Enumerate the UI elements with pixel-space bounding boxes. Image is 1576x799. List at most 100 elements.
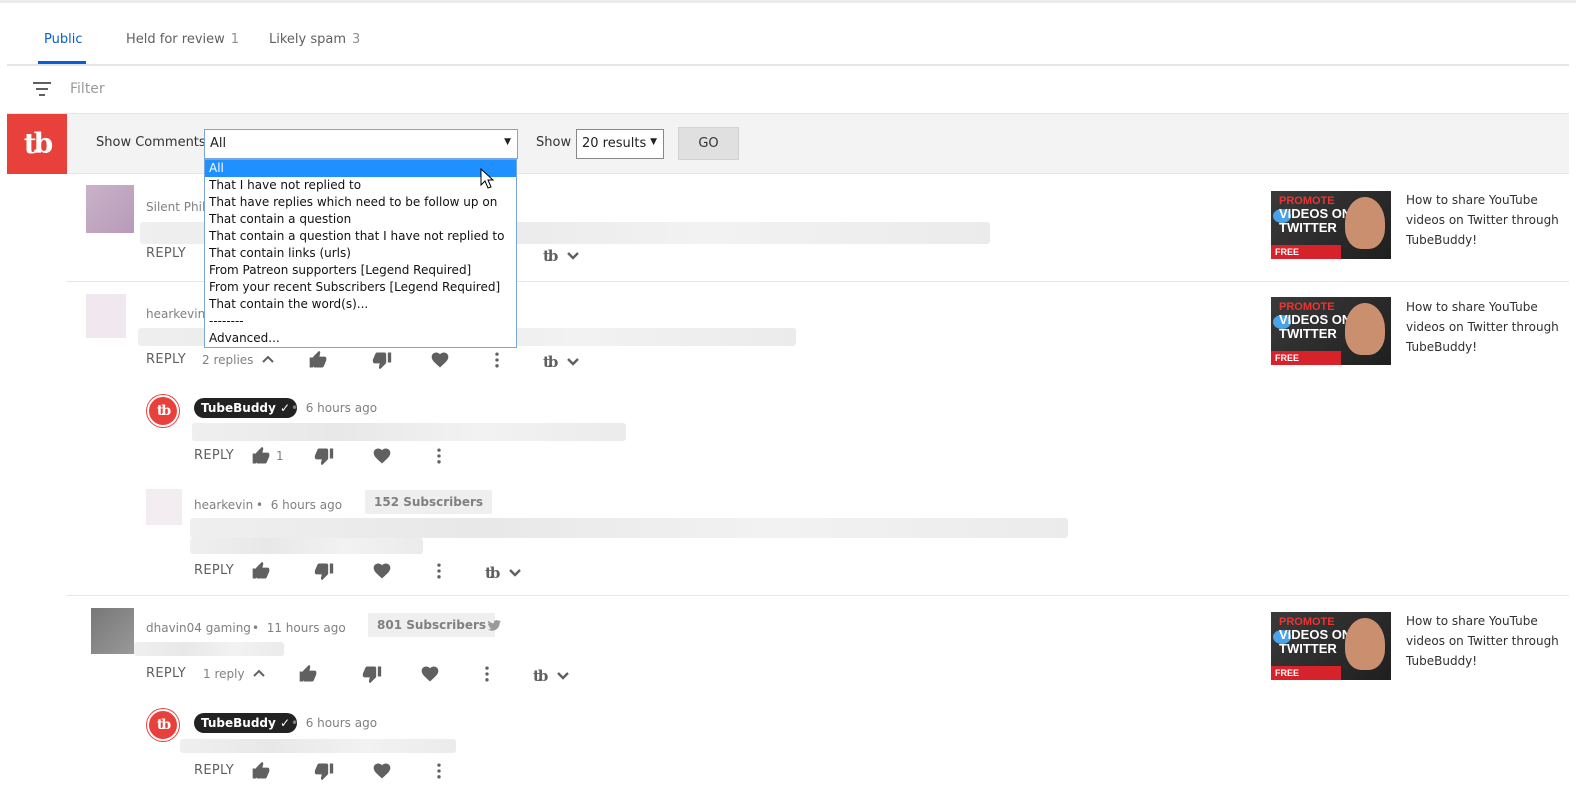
more-vert-icon[interactable] — [429, 561, 449, 581]
comment-tabs: Public Held for review 1 Likely spam 3 — [7, 20, 1569, 66]
tubebuddy-avatar[interactable]: tb — [147, 709, 179, 741]
thumb-up-icon[interactable] — [251, 561, 271, 581]
thumb-down-icon[interactable] — [314, 561, 334, 581]
tab-likely-spam[interactable]: Likely spam 3 — [269, 32, 360, 47]
more-vert-icon[interactable] — [477, 664, 497, 684]
dropdown-option[interactable]: That contain a question that I have not … — [205, 228, 516, 245]
comment-time: 11 hours ago — [266, 621, 346, 635]
heart-icon[interactable] — [430, 350, 450, 370]
show-comments-dropdown: All That I have not replied to That have… — [204, 159, 517, 348]
tubebuddy-menu-icon[interactable]: tb — [543, 247, 558, 265]
reply-author[interactable]: hearkevin — [194, 498, 253, 512]
avatar[interactable] — [86, 294, 126, 338]
heart-icon[interactable] — [372, 446, 392, 466]
tab-held-for-review[interactable]: Held for review 1 — [126, 32, 239, 47]
reply-button[interactable]: REPLY — [146, 352, 186, 367]
chevron-up-icon[interactable] — [261, 354, 275, 364]
separator-dot: • — [291, 401, 299, 415]
thumb-up-icon[interactable] — [308, 350, 328, 370]
reply-button[interactable]: REPLY — [146, 246, 186, 261]
tab-spam-count: 3 — [352, 32, 361, 47]
reply-button[interactable]: REPLY — [194, 448, 234, 463]
filter-bar: Filter — [7, 66, 1569, 114]
tab-public[interactable]: Public — [44, 32, 82, 47]
dropdown-option[interactable]: That contain the word(s)... — [205, 296, 516, 313]
avatar[interactable] — [91, 608, 134, 654]
thumbnail-feature-band: FREE FEATURE — [1271, 351, 1341, 365]
filter-input[interactable]: Filter — [70, 81, 105, 97]
reply-time: 6 hours ago — [305, 401, 378, 415]
video-thumbnail[interactable]: PROMOTE VIDEOS ON TWITTER FREE FEATURE — [1271, 297, 1391, 365]
comment-author[interactable]: Silent Phil — [146, 200, 205, 214]
reply-text-redacted — [190, 538, 423, 554]
video-title[interactable]: How to share YouTube videos on Twitter t… — [1406, 190, 1566, 250]
thumb-down-icon[interactable] — [362, 664, 382, 684]
tubebuddy-avatar[interactable]: tb — [147, 395, 179, 427]
replies-toggle[interactable]: 1 reply — [203, 667, 245, 681]
thumb-up-icon[interactable] — [251, 761, 271, 781]
reply-button[interactable]: REPLY — [194, 763, 234, 778]
results-select[interactable]: 20 results ▼ — [576, 129, 664, 159]
subscriber-badge: 801 Subscribers — [368, 613, 496, 637]
comment-author[interactable]: dhavin04 gaming — [146, 621, 251, 635]
reply-time: 6 hours ago — [270, 498, 343, 512]
more-vert-icon[interactable] — [429, 446, 449, 466]
video-thumbnail[interactable]: PROMOTE VIDEOS ON TWITTER FREE FEATURE — [1271, 612, 1391, 680]
go-button[interactable]: GO — [678, 127, 739, 160]
dropdown-option[interactable]: All — [205, 160, 516, 177]
reply-text-redacted — [180, 739, 456, 753]
show-comments-select[interactable]: All ▼ — [204, 129, 518, 159]
tubebuddy-menu-icon[interactable]: tb — [543, 353, 558, 371]
reply-timestamp: • 6 hours ago — [256, 498, 342, 512]
thumb-up-icon[interactable] — [298, 664, 318, 684]
dropdown-option[interactable]: That contain a question — [205, 211, 516, 228]
chevron-down-icon[interactable] — [566, 357, 580, 367]
heart-icon[interactable] — [372, 561, 392, 581]
thumb-down-icon[interactable] — [314, 446, 334, 466]
thumbnail-feature-band: FREE FEATURE — [1271, 245, 1341, 259]
chevron-up-icon[interactable] — [252, 668, 266, 678]
thumbnail-feature-band: FREE FEATURE — [1271, 666, 1341, 680]
reply-text-redacted — [190, 518, 1068, 538]
dropdown-option[interactable]: From Patreon supporters [Legend Required… — [205, 262, 516, 279]
dropdown-option[interactable]: -------- — [205, 313, 516, 330]
reply-timestamp: • 6 hours ago — [291, 716, 377, 730]
dropdown-option[interactable]: That contain links (urls) — [205, 245, 516, 262]
reply-button[interactable]: REPLY — [194, 563, 234, 578]
more-vert-icon[interactable] — [487, 350, 507, 370]
video-thumbnail[interactable]: PROMOTE VIDEOS ON TWITTER FREE FEATURE — [1271, 191, 1391, 259]
video-title[interactable]: How to share YouTube videos on Twitter t… — [1406, 611, 1566, 671]
chevron-down-icon[interactable] — [566, 251, 580, 261]
dropdown-option[interactable]: That I have not replied to — [205, 177, 516, 194]
filter-icon[interactable] — [33, 82, 51, 96]
thumb-up-icon[interactable] — [251, 446, 271, 466]
reply-author-badge[interactable]: TubeBuddy ✓ — [194, 398, 298, 418]
heart-icon[interactable] — [372, 761, 392, 781]
thumb-down-icon[interactable] — [314, 761, 334, 781]
video-title[interactable]: How to share YouTube videos on Twitter t… — [1406, 297, 1566, 357]
reply-button[interactable]: REPLY — [146, 666, 186, 681]
separator-dot: • — [252, 621, 260, 635]
comment-author[interactable]: hearkevin — [146, 307, 205, 321]
heart-icon[interactable] — [420, 664, 440, 684]
tubebuddy-menu-icon[interactable]: tb — [533, 667, 548, 685]
reply-author-badge[interactable]: TubeBuddy ✓ — [194, 713, 298, 733]
tubebuddy-menu-icon[interactable]: tb — [485, 564, 500, 582]
dropdown-option[interactable]: Advanced... — [205, 330, 516, 347]
dropdown-option[interactable]: That have replies which need to be follo… — [205, 194, 516, 211]
chevron-down-icon[interactable] — [508, 568, 522, 578]
more-vert-icon[interactable] — [429, 761, 449, 781]
replies-toggle[interactable]: 2 replies — [202, 353, 253, 367]
chevron-down-icon[interactable] — [556, 671, 570, 681]
twitter-icon[interactable] — [488, 620, 501, 631]
reply-timestamp: • 6 hours ago — [291, 401, 377, 415]
reply-author: TubeBuddy — [201, 401, 276, 415]
subscriber-badge: 152 Subscribers — [365, 490, 493, 514]
thumb-down-icon[interactable] — [372, 350, 392, 370]
like-count: 1 — [276, 449, 284, 463]
avatar[interactable] — [146, 489, 182, 525]
avatar[interactable] — [86, 185, 134, 233]
dropdown-option[interactable]: From your recent Subscribers [Legend Req… — [205, 279, 516, 296]
results-caret-icon: ▼ — [650, 137, 657, 147]
tab-held-count: 1 — [230, 32, 240, 47]
